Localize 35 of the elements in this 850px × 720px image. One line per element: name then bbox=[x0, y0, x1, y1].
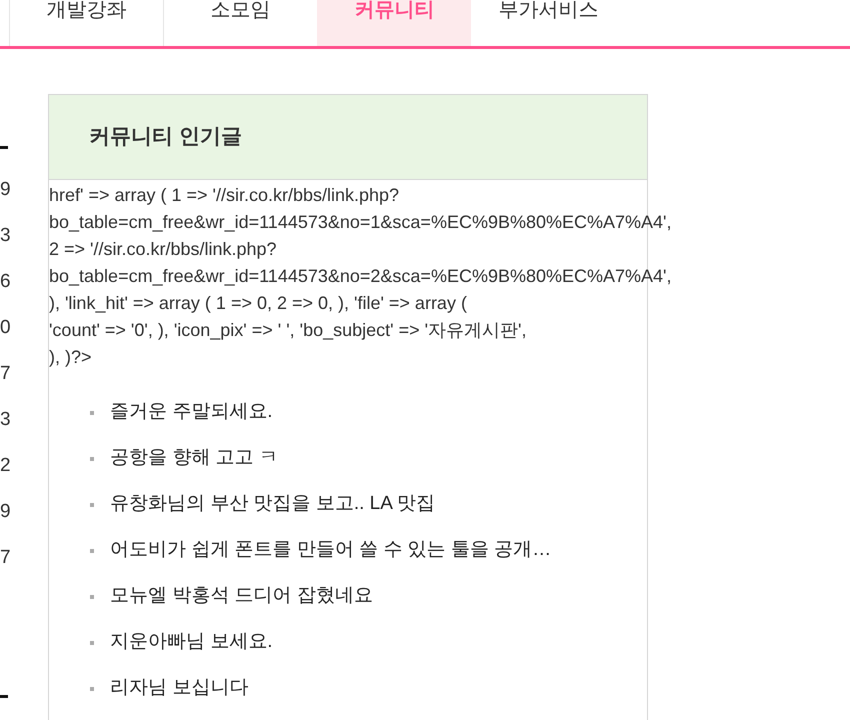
bullet-icon bbox=[90, 549, 94, 553]
code-text: ), 'link_hit' => array ( 1 => 0, 2 => 0, ), 'file' => array ( bbox=[49, 292, 467, 315]
post-link[interactable]: 모뉴엘 박홍석 드디어 잡혔네요 bbox=[110, 583, 373, 609]
code-text: 2 => '//sir.co.kr/bbs/link.php? bbox=[49, 238, 277, 261]
nav-tab[interactable]: 부가서비스 bbox=[471, 0, 625, 46]
card-title: 커뮤니티 인기글 bbox=[89, 124, 242, 150]
bullet-icon bbox=[90, 411, 94, 415]
code-text: 'count' => '0', ), 'icon_pix' => ' ', 'bo_subject' => '자유게시판', bbox=[49, 319, 526, 342]
bullet-icon bbox=[90, 457, 94, 461]
bullet-icon bbox=[90, 595, 94, 599]
count-text: 3 bbox=[0, 224, 12, 248]
count-text: 2 bbox=[0, 454, 12, 478]
count-text: 7 bbox=[0, 546, 12, 570]
code-text: ), )?> bbox=[49, 346, 92, 369]
count-text: 7 bbox=[0, 362, 12, 386]
post-link[interactable]: 즐거운 주말되세요. bbox=[110, 399, 273, 425]
dash-mark bbox=[0, 146, 8, 149]
dash-mark bbox=[0, 695, 8, 698]
bullet-icon bbox=[90, 503, 94, 507]
count-text: 9 bbox=[0, 178, 12, 202]
post-link[interactable]: 리자님 보십니다 bbox=[110, 675, 248, 701]
count-text: 3 bbox=[0, 408, 12, 432]
code-text: bo_table=cm_free&wr_id=1144573&no=1&sca=%EC%9B%80%EC%A7%A4', bbox=[49, 211, 672, 234]
code-text: bo_table=cm_free&wr_id=1144573&no=2&sca=%EC%9B%80%EC%A7%A4', bbox=[49, 265, 672, 288]
post-link[interactable]: 공항을 향해 고고 ㅋ bbox=[110, 445, 278, 471]
count-text: 9 bbox=[0, 500, 12, 524]
code-text: href' => array ( 1 => '//sir.co.kr/bbs/link.php? bbox=[49, 184, 400, 207]
bullet-icon bbox=[90, 641, 94, 645]
bullet-icon bbox=[90, 687, 94, 691]
post-link[interactable]: 어도비가 쉽게 폰트를 만들어 쓸 수 있는 툴을 공개… bbox=[110, 537, 552, 563]
count-text: 6 bbox=[0, 270, 12, 294]
nav-tab[interactable]: 개발강좌 bbox=[9, 0, 163, 46]
count-text: 0 bbox=[0, 316, 12, 340]
post-link[interactable]: 지운아빠님 보세요. bbox=[110, 629, 273, 655]
post-link[interactable]: 유창화님의 부산 맛집을 보고.. LA 맛집 bbox=[110, 491, 436, 517]
